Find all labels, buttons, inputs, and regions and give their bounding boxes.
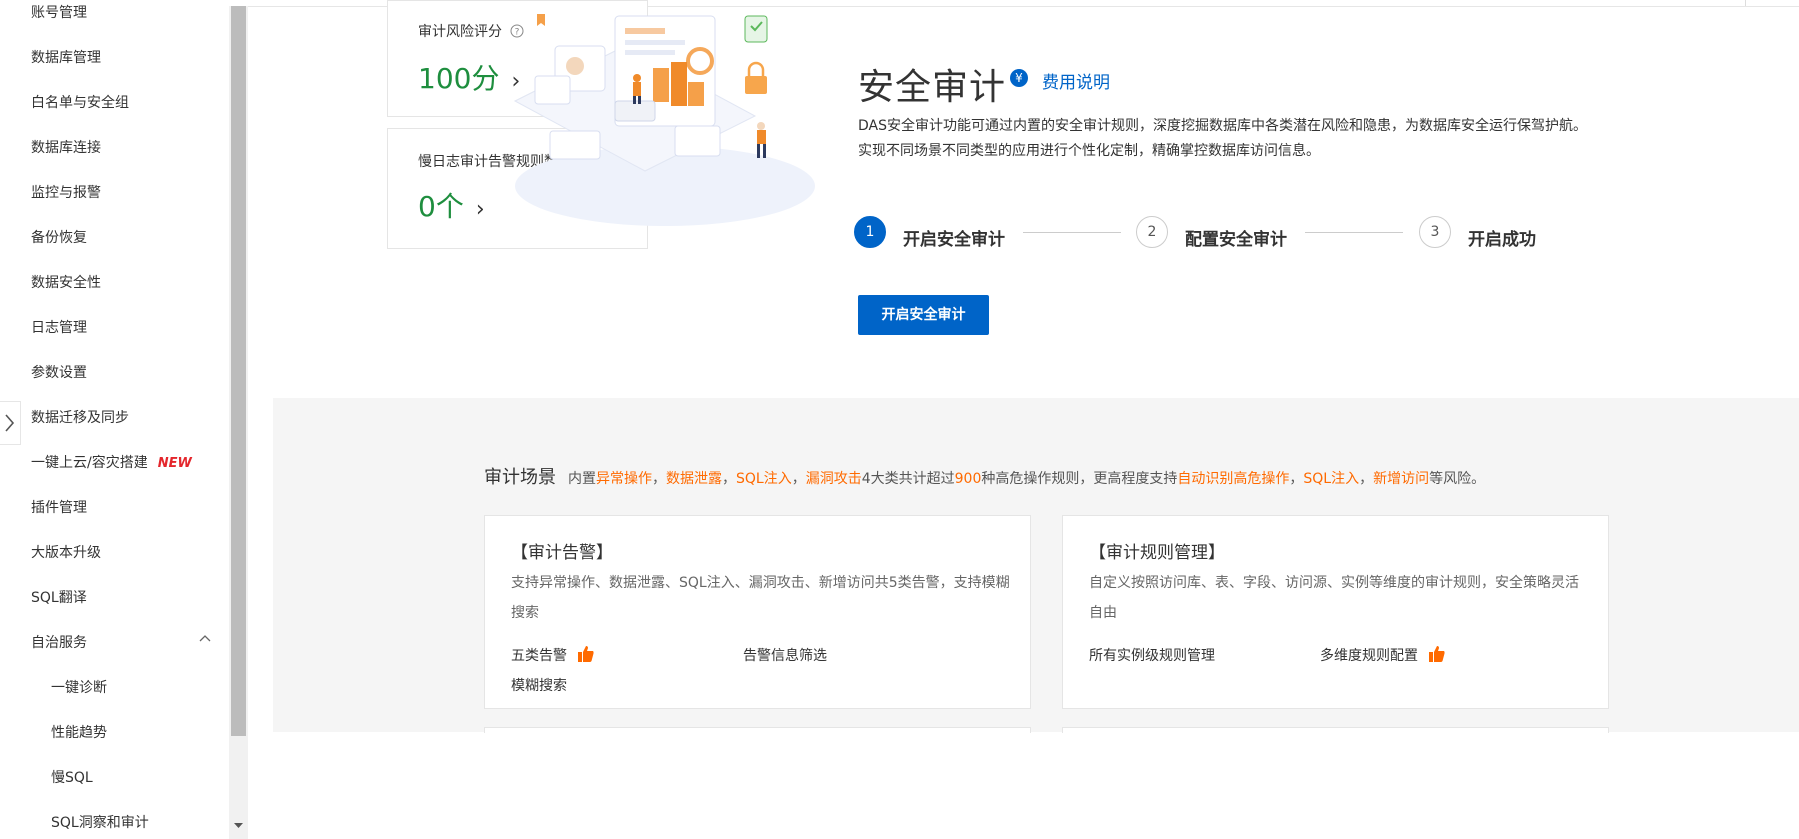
scroll-down-icon[interactable] bbox=[231, 818, 246, 833]
slow-log-rules-value[interactable]: 0个 › bbox=[418, 185, 485, 225]
text: 种高危操作规则，更高程度支持 bbox=[981, 471, 1178, 487]
sidebar-item-autonomy[interactable]: 自治服务 bbox=[31, 633, 87, 653]
card-title: 【审计规则管理】 bbox=[1089, 543, 1225, 563]
sidebar-item-data-security[interactable]: 数据安全性 bbox=[31, 273, 101, 293]
sidebar-item-connection[interactable]: 数据库连接 bbox=[31, 138, 101, 158]
chevron-up-icon[interactable] bbox=[198, 632, 212, 646]
sidebar-item-migration[interactable]: 数据迁移及同步 bbox=[31, 408, 129, 428]
sidebar-item-whitelist[interactable]: 白名单与安全组 bbox=[31, 93, 129, 113]
top-border bbox=[0, 0, 1799, 7]
sidebar-subitem-sql-audit[interactable]: SQL洞察和审计 bbox=[51, 813, 149, 833]
new-badge: NEW bbox=[157, 456, 192, 471]
sidebar-subitem-slow-sql[interactable]: 慢SQL bbox=[51, 768, 93, 788]
sidebar-item-upgrade[interactable]: 大版本升级 bbox=[31, 543, 101, 563]
sidebar-item-backup[interactable]: 备份恢复 bbox=[31, 228, 87, 248]
card-placeholder bbox=[484, 727, 1031, 733]
step-3-indicator: 3 bbox=[1419, 216, 1451, 248]
security-audit-illustration bbox=[513, 14, 815, 226]
sidebar-item-database[interactable]: 数据库管理 bbox=[31, 48, 101, 68]
yen-icon: ¥ bbox=[1010, 69, 1028, 87]
card-description: 支持异常操作、数据泄露、SQL注入、漏洞攻击、新增访问共5类告警，支持模糊搜索 bbox=[511, 575, 1010, 621]
card-placeholder bbox=[1062, 727, 1609, 733]
description-line: DAS安全审计功能可通过内置的安全审计规则，深度挖掘数据库中各类潜在风险和隐患，… bbox=[858, 118, 1587, 134]
highlight: 数据泄露 bbox=[666, 471, 722, 487]
text: 内置 bbox=[568, 471, 596, 487]
feature-tag: 多维度规则配置 bbox=[1320, 645, 1446, 665]
sidebar-item-label: 一键上云/容灾搭建 bbox=[31, 455, 148, 471]
sidebar-subitem-performance[interactable]: 性能趋势 bbox=[51, 723, 107, 743]
highlight: 自动识别高危操作 bbox=[1177, 471, 1290, 487]
description-line: 实现不同场景不同类型的应用进行个性化定制，精确掌控数据库访问信息。 bbox=[858, 143, 1320, 159]
step-2-label: 配置安全审计 bbox=[1185, 230, 1287, 250]
audit-rule-management-card: 【审计规则管理】 自定义按照访问库、表、字段、访问源、实例等维度的审计规则，安全… bbox=[1062, 515, 1609, 709]
page-description: DAS安全审计功能可通过内置的安全审计规则，深度挖掘数据库中各类潜在风险和隐患，… bbox=[858, 114, 1618, 164]
text: ， bbox=[652, 471, 666, 487]
feature-tag: 模糊搜索 bbox=[511, 678, 567, 694]
sidebar-collapse-toggle[interactable] bbox=[0, 401, 21, 445]
card-title: 【审计告警】 bbox=[511, 543, 613, 563]
sidebar-item-sql-translate[interactable]: SQL翻译 bbox=[31, 588, 87, 608]
step-1-label: 开启安全审计 bbox=[903, 230, 1005, 250]
thumbs-up-icon bbox=[1429, 646, 1446, 662]
sidebar-item-monitoring[interactable]: 监控与报警 bbox=[31, 183, 101, 203]
sidebar-item-account[interactable]: 账号管理 bbox=[31, 3, 87, 23]
step-2-indicator: 2 bbox=[1136, 216, 1168, 248]
highlight: 新增访问 bbox=[1373, 471, 1430, 487]
step-3-label: 开启成功 bbox=[1468, 230, 1536, 250]
feature-tag: 告警信息筛选 bbox=[743, 648, 827, 664]
sidebar-subitem-diagnosis[interactable]: 一键诊断 bbox=[51, 678, 107, 698]
chevron-right-icon: › bbox=[475, 197, 485, 222]
page-title: 安全审计 bbox=[858, 67, 1007, 108]
thumbs-up-icon bbox=[578, 646, 595, 662]
highlight: 漏洞攻击 bbox=[805, 471, 862, 487]
text: 4大类共计超过 bbox=[861, 471, 955, 487]
card-description: 自定义按照访问库、表、字段、访问源、实例等维度的审计规则，安全策略灵活自由 bbox=[1089, 575, 1579, 621]
section-title: 审计场景 bbox=[484, 467, 556, 488]
highlight: 异常操作 bbox=[596, 471, 652, 487]
sidebar-scrollbar-thumb[interactable] bbox=[231, 6, 246, 736]
text: ， bbox=[722, 471, 736, 487]
text: ， bbox=[791, 471, 806, 487]
step-1-indicator: 1 bbox=[854, 216, 886, 248]
sidebar-item-logs[interactable]: 日志管理 bbox=[31, 318, 87, 338]
step-connector bbox=[1305, 232, 1403, 233]
enable-security-audit-button[interactable]: 开启安全审计 bbox=[858, 295, 989, 335]
feature-tag: 所有实例级规则管理 bbox=[1089, 648, 1215, 664]
tag-label: 五类告警 bbox=[511, 648, 567, 664]
tag-label: 多维度规则配置 bbox=[1320, 648, 1418, 664]
step-connector bbox=[1023, 232, 1121, 233]
highlight: SQL注入 bbox=[1303, 471, 1360, 487]
sidebar-item-cloud-dr[interactable]: 一键上云/容灾搭建 NEW bbox=[31, 453, 192, 474]
sidebar-item-plugins[interactable]: 插件管理 bbox=[31, 498, 87, 518]
fee-description-link[interactable]: 费用说明 bbox=[1042, 68, 1110, 93]
audit-alert-card: 【审计告警】 支持异常操作、数据泄露、SQL注入、漏洞攻击、新增访问共5类告警，… bbox=[484, 515, 1031, 709]
divider bbox=[1745, 0, 1746, 6]
text: ， bbox=[1359, 471, 1374, 487]
highlight: 900 bbox=[954, 471, 982, 487]
audit-scenarios-intro: 审计场景 内置异常操作，数据泄露，SQL注入，漏洞攻击4大类共计超过900种高危操… bbox=[484, 463, 1485, 489]
feature-tag: 五类告警 bbox=[511, 645, 595, 665]
text: 等风险。 bbox=[1429, 471, 1486, 487]
chevron-right-icon bbox=[5, 414, 15, 432]
text: ， bbox=[1289, 471, 1304, 487]
sidebar-item-params[interactable]: 参数设置 bbox=[31, 363, 87, 383]
highlight: SQL注入 bbox=[736, 471, 792, 487]
sidebar: 账号管理 数据库管理 白名单与安全组 数据库连接 监控与报警 备份恢复 数据安全… bbox=[0, 0, 230, 839]
